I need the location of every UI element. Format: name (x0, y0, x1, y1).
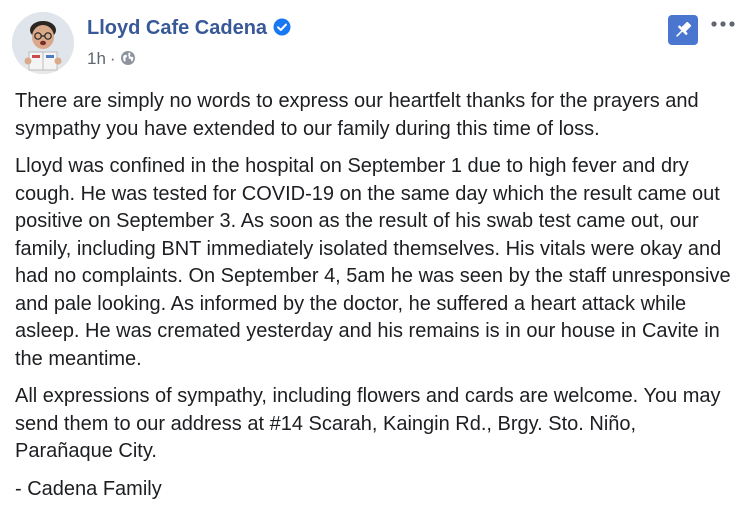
more-options-icon (711, 21, 735, 27)
post-paragraph: All expressions of sympathy, including f… (15, 385, 721, 462)
pin-post-button[interactable] (668, 15, 698, 45)
post-paragraph: Lloyd was confined in the hospital on Se… (15, 155, 731, 370)
post-paragraph: There are simply no words to express our… (15, 90, 699, 140)
post-timestamp[interactable]: 1h (87, 49, 106, 68)
more-options-button[interactable] (708, 16, 738, 32)
post-meta: 1h · (87, 49, 136, 69)
author-name[interactable]: Lloyd Cafe Cadena (87, 17, 267, 39)
post-header: Lloyd Cafe Cadena 1h · (12, 12, 735, 74)
meta-separator: · (109, 49, 116, 68)
post-signoff: - Cadena Family (15, 477, 162, 500)
facebook-post: Lloyd Cafe Cadena 1h· There are simply (0, 0, 745, 506)
avatar[interactable] (12, 12, 74, 74)
post-body: There are simply no words to express our… (15, 88, 737, 513)
author-line: Lloyd Cafe Cadena (87, 17, 291, 40)
globe-icon[interactable] (120, 50, 136, 66)
verified-badge-icon (273, 18, 291, 36)
pushpin-icon (676, 21, 692, 37)
